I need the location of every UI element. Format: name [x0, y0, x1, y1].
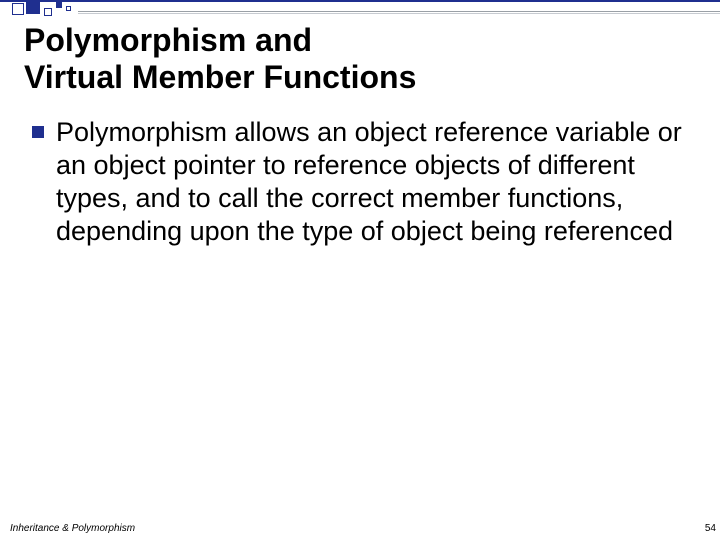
square-icon — [26, 0, 40, 14]
square-outline-icon — [44, 8, 52, 16]
divider-line — [78, 11, 720, 12]
divider-line — [78, 13, 720, 14]
title-line: Polymorphism and — [24, 22, 416, 59]
slide-content: Polymorphism allows an object reference … — [32, 116, 692, 248]
square-outline-icon — [12, 3, 24, 15]
square-icon — [56, 2, 62, 8]
header-decoration — [0, 0, 720, 18]
bullet-item: Polymorphism allows an object reference … — [32, 116, 692, 248]
title-line: Virtual Member Functions — [24, 59, 416, 96]
square-outline-icon — [66, 6, 71, 11]
body-text: Polymorphism allows an object reference … — [56, 116, 692, 248]
slide-number: 54 — [705, 523, 716, 534]
bullet-square-icon — [32, 126, 44, 138]
footer-topic: Inheritance & Polymorphism — [10, 523, 135, 534]
top-bar — [0, 0, 720, 2]
slide-title: Polymorphism and Virtual Member Function… — [24, 22, 416, 96]
